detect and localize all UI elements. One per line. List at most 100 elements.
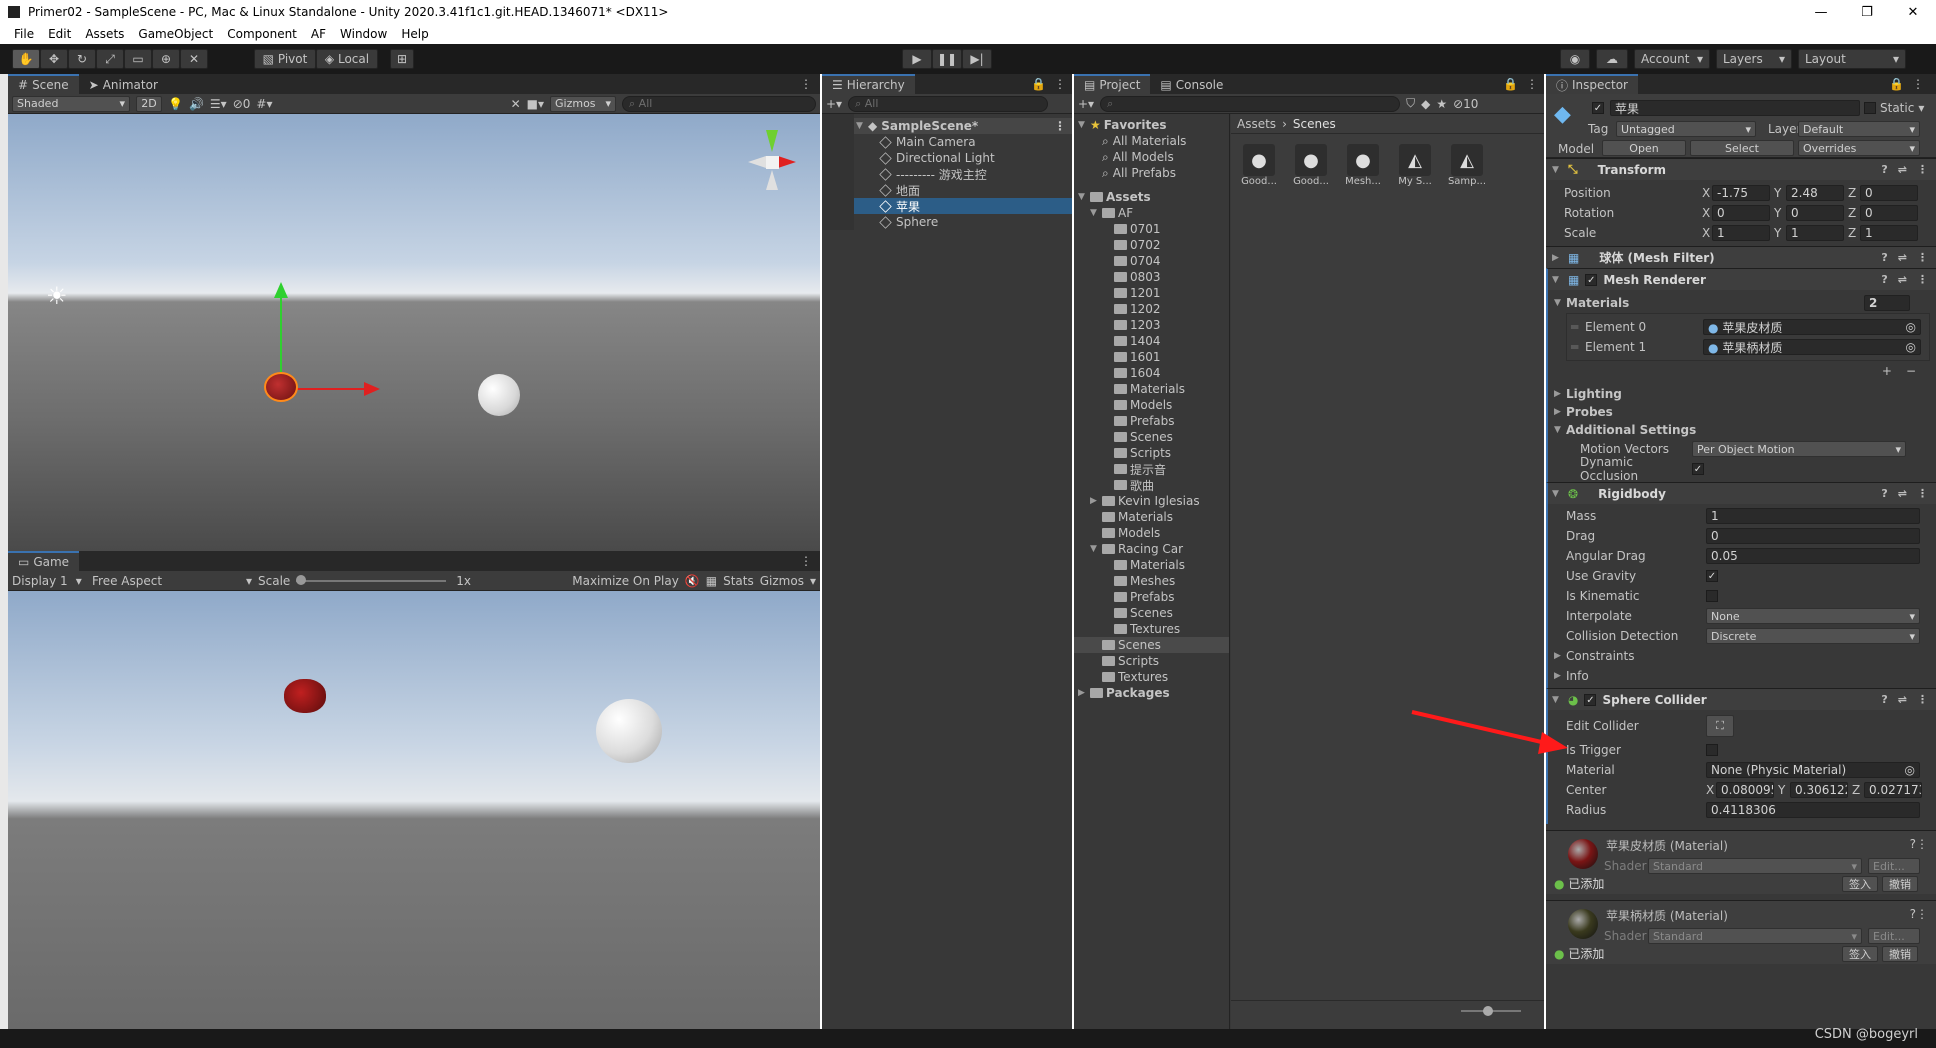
transform-tool-icon[interactable]: ⊕ xyxy=(152,49,180,69)
folder-item[interactable]: Textures xyxy=(1074,669,1229,685)
panel-menu-icon[interactable]: ⋮ xyxy=(1526,77,1538,91)
play-button[interactable]: ▶ xyxy=(902,49,932,69)
scene-search-input[interactable]: ⌕ All xyxy=(622,95,816,112)
hierarchy-item[interactable]: --------- 游戏主控 xyxy=(854,166,1072,182)
preset-icon[interactable]: ⇌ xyxy=(1898,273,1907,286)
hand-tool-icon[interactable]: ✋ xyxy=(12,49,40,69)
lock-icon[interactable]: 🔒 xyxy=(1503,77,1518,91)
mesh-renderer-header[interactable]: ▼ ▦ ✓ Mesh Renderer ? ⇌ ⋮ xyxy=(1546,268,1936,290)
shading-dropdown[interactable]: Shaded ▾ xyxy=(12,95,130,112)
add-icon[interactable]: +▾ xyxy=(1078,97,1094,111)
rotation-y-field[interactable]: 0 xyxy=(1786,205,1844,221)
scene-menu-icon[interactable]: ⋮ xyxy=(1054,119,1072,133)
help-icon[interactable]: ? xyxy=(1881,487,1887,500)
project-search-input[interactable]: ⌕ xyxy=(1100,95,1401,112)
drag-handle-icon[interactable]: ═ xyxy=(1571,320,1585,334)
constraints-foldout[interactable]: ▶ Constraints xyxy=(1554,646,1930,666)
sphere-object[interactable] xyxy=(478,374,520,416)
asset-tile[interactable]: ◭ Samp... xyxy=(1447,144,1487,187)
layer-dropdown[interactable]: Default ▾ xyxy=(1798,121,1920,137)
gizmo-x-arrow-icon[interactable] xyxy=(364,382,380,396)
asset-size-slider[interactable] xyxy=(1461,1006,1521,1016)
center-z-field[interactable]: 0.027173 xyxy=(1864,782,1922,798)
transform-header[interactable]: ▼ ⤡ Transform ? ⇌ ⋮ xyxy=(1546,158,1936,180)
folder-item-selected[interactable]: Scenes xyxy=(1074,637,1229,653)
folder-item[interactable]: Scripts xyxy=(1074,653,1229,669)
asset-tile[interactable]: ◭ My S... xyxy=(1395,144,1435,187)
lock-icon[interactable]: 🔒 xyxy=(1031,77,1046,91)
drag-handle-icon[interactable]: ═ xyxy=(1571,340,1585,354)
checkin-button[interactable]: 签入 xyxy=(1842,876,1878,892)
hidden-packages-icon[interactable]: ⊘10 xyxy=(1453,97,1478,111)
folder-item[interactable]: Models xyxy=(1074,397,1229,413)
shader-dropdown[interactable]: Standard ▾ xyxy=(1648,928,1862,944)
folder-item[interactable]: Prefabs xyxy=(1074,413,1229,429)
context-menu-icon[interactable]: ⋮ xyxy=(1917,163,1928,176)
local-toggle[interactable]: ◈ Local xyxy=(316,49,378,69)
move-tool-icon[interactable]: ✥ xyxy=(40,49,68,69)
pause-button[interactable]: ❚❚ xyxy=(932,49,962,69)
rotation-x-field[interactable]: 0 xyxy=(1712,205,1770,221)
maximize-button[interactable]: ❐ xyxy=(1844,5,1890,20)
game-gizmos-dropdown[interactable]: Gizmos xyxy=(760,574,804,588)
gizmo-y-arrow-icon[interactable] xyxy=(274,282,288,298)
checkin-button[interactable]: 签入 xyxy=(1842,946,1878,962)
preset-icon[interactable]: ⇌ xyxy=(1898,487,1907,500)
aspect-dropdown[interactable]: Free Aspect ▾ xyxy=(92,574,252,588)
lock-icon[interactable]: 🔒 xyxy=(1889,77,1904,91)
rect-tool-icon[interactable]: ▭ xyxy=(124,49,152,69)
folder-racing-car[interactable]: ▼ Racing Car xyxy=(1074,541,1229,557)
breadcrumb-item[interactable]: Scenes xyxy=(1293,117,1336,131)
tab-console[interactable]: ▤ Console xyxy=(1150,74,1234,94)
angular-drag-field[interactable]: 0.05 xyxy=(1706,548,1920,564)
audio-toggle-icon[interactable]: 🔊 xyxy=(189,97,204,111)
close-button[interactable]: ✕ xyxy=(1890,5,1936,20)
filter-label-icon[interactable]: ◆ xyxy=(1421,97,1430,111)
sphere-collider-enabled-checkbox[interactable]: ✓ xyxy=(1584,693,1597,706)
folder-item[interactable]: 歌曲 xyxy=(1074,477,1229,493)
folder-item[interactable]: Materials xyxy=(1074,509,1229,525)
gizmo-center-cube-icon[interactable] xyxy=(766,156,779,169)
folder-item[interactable]: Textures xyxy=(1074,621,1229,637)
apple-object[interactable] xyxy=(264,372,298,402)
scale-tool-icon[interactable]: ⤢ xyxy=(96,49,124,69)
info-foldout[interactable]: ▶ Info xyxy=(1554,666,1930,686)
menu-edit[interactable]: Edit xyxy=(48,27,71,41)
context-menu-icon[interactable]: ⋮ xyxy=(1917,273,1928,286)
rotation-z-field[interactable]: 0 xyxy=(1860,205,1918,221)
folder-item[interactable]: 0704 xyxy=(1074,253,1229,269)
scene-orientation-gizmo[interactable] xyxy=(746,128,796,200)
gizmo-neg-y-cone-icon[interactable] xyxy=(766,170,778,190)
tab-game[interactable]: ▭ Game xyxy=(8,551,80,571)
shader-edit-button[interactable]: Edit... xyxy=(1868,858,1920,874)
gizmo-y-cone-icon[interactable] xyxy=(766,130,778,152)
folder-item[interactable]: 1201 xyxy=(1074,285,1229,301)
context-menu-icon[interactable]: ⋮ xyxy=(1916,837,1928,851)
add-icon[interactable]: +▾ xyxy=(826,97,842,111)
menu-component[interactable]: Component xyxy=(227,27,297,41)
is-trigger-checkbox[interactable] xyxy=(1706,744,1718,756)
folder-item[interactable]: Scripts xyxy=(1074,445,1229,461)
collision-detection-dropdown[interactable]: Discrete ▾ xyxy=(1706,628,1920,644)
menu-window[interactable]: Window xyxy=(340,27,387,41)
panel-menu-icon[interactable]: ⋮ xyxy=(792,74,820,94)
sphere-collider-header[interactable]: ▼ ◕ ✓ Sphere Collider ? ⇌ ⋮ xyxy=(1546,688,1936,710)
interpolate-dropdown[interactable]: None ▾ xyxy=(1706,608,1920,624)
remove-element-icon[interactable]: − xyxy=(1906,364,1916,378)
account-dropdown[interactable]: Account ▾ xyxy=(1634,49,1710,69)
display-dropdown[interactable]: Display 1 ▾ xyxy=(12,574,86,588)
pivot-toggle[interactable]: ▧ Pivot xyxy=(254,49,316,69)
context-menu-icon[interactable]: ⋮ xyxy=(1917,487,1928,500)
folder-item[interactable]: Meshes xyxy=(1074,573,1229,589)
effects-icon[interactable]: ☰▾ xyxy=(210,97,227,111)
minimize-button[interactable]: — xyxy=(1798,5,1844,20)
position-z-field[interactable]: 0 xyxy=(1860,185,1918,201)
asset-tile[interactable]: ● Good... xyxy=(1291,144,1331,187)
gizmo-neg-x-cone-icon[interactable] xyxy=(748,156,766,168)
2d-toggle[interactable]: 2D xyxy=(136,95,162,112)
folder-item[interactable]: Materials xyxy=(1074,557,1229,573)
mass-field[interactable]: 1 xyxy=(1706,508,1920,524)
menu-help[interactable]: Help xyxy=(401,27,428,41)
favorite-item[interactable]: ⌕ All Models xyxy=(1074,149,1229,165)
folder-item[interactable]: 1404 xyxy=(1074,333,1229,349)
